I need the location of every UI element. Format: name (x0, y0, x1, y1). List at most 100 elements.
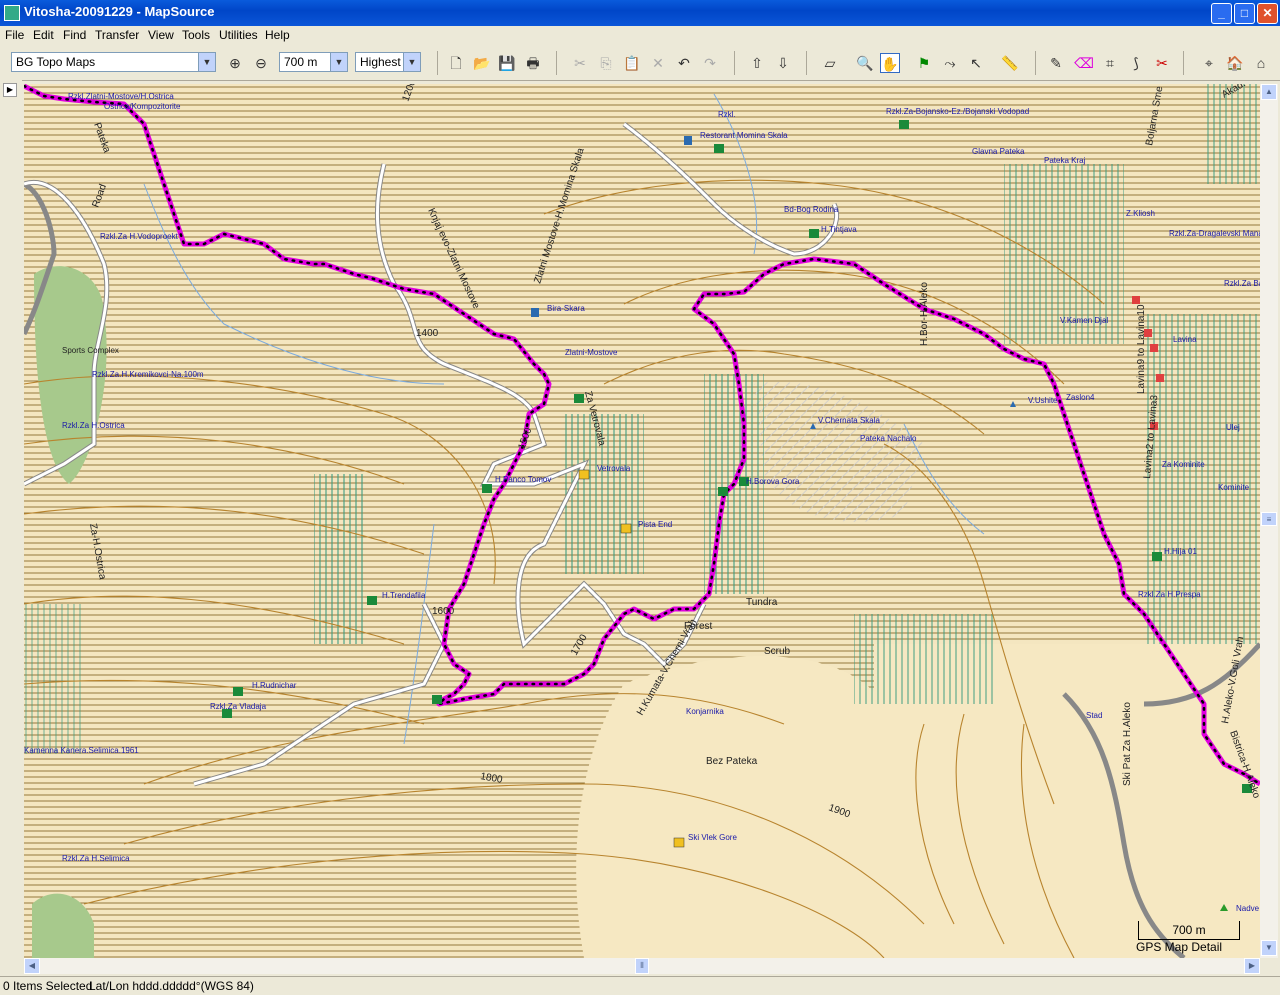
map-label[interactable]: Rzkl.Za Vladaja (210, 702, 267, 711)
map-label[interactable]: Ski Vlek Gore (688, 833, 737, 842)
map-product-select[interactable]: BG Topo Maps ▼ (11, 52, 216, 72)
distance-tool-icon[interactable]: 📏 (1000, 53, 1020, 73)
map-label[interactable]: V.Kamen Djal (1060, 316, 1108, 325)
map-tool-icon[interactable]: ▱ (820, 53, 840, 73)
map-label[interactable]: Rzkl.Za H.Vodoproekt (100, 232, 179, 241)
eraser-tool-icon[interactable]: ⌫ (1074, 53, 1094, 73)
track-draw-tool-icon[interactable]: ✎ (1046, 53, 1066, 73)
redo-icon[interactable]: ↷ (700, 53, 720, 73)
scroll-down-icon[interactable]: ▼ (1261, 940, 1277, 956)
route-tool-icon[interactable]: ⤳ (940, 53, 960, 73)
menu-view[interactable]: View (148, 28, 174, 42)
map-label[interactable]: Z.Kliosh (1126, 209, 1155, 218)
close-button[interactable]: ✕ (1257, 3, 1278, 24)
map-label[interactable]: Kamenna Kanera.Selimica.1961 (24, 746, 139, 755)
join-track-icon[interactable]: ⟆ (1126, 53, 1146, 73)
send-to-device-icon[interactable]: ⇩ (773, 53, 793, 73)
menu-tools[interactable]: Tools (182, 28, 210, 42)
hut-icon[interactable] (574, 394, 584, 403)
save-icon[interactable]: 💾 (497, 53, 517, 73)
waypoint-tool-icon[interactable]: ⚑ (914, 53, 934, 73)
scroll-left-icon[interactable]: ◀ (24, 958, 40, 974)
menu-find[interactable]: Find (63, 28, 86, 42)
menu-file[interactable]: File (5, 28, 24, 42)
map-label[interactable]: Vetrovala (597, 464, 631, 473)
hut-icon[interactable] (432, 695, 442, 704)
map-label[interactable]: Stad (1086, 711, 1102, 720)
map-label[interactable]: Rzkl. (718, 110, 736, 119)
map-label[interactable]: Rzkl.Za H.Ostrica (62, 421, 125, 430)
flag-icon[interactable] (1150, 344, 1158, 352)
restaurant-icon[interactable] (684, 136, 692, 145)
hand-tool-icon[interactable]: ✋ (880, 53, 900, 73)
app-icon[interactable] (4, 5, 20, 21)
ski-lift-icon[interactable] (578, 469, 590, 480)
map-label[interactable]: H.Tintjava (821, 225, 857, 234)
hut-icon[interactable] (809, 229, 819, 238)
restaurant-icon[interactable] (531, 308, 539, 317)
map-label[interactable]: Konjarnika (686, 707, 724, 716)
flag-icon[interactable] (1156, 374, 1164, 382)
vertical-scrollbar[interactable]: ▲ ≡ ▼ (1260, 84, 1278, 958)
new-icon[interactable]: 🗋 (446, 53, 466, 73)
menu-utilities[interactable]: Utilities (219, 28, 258, 42)
hut-icon[interactable] (1152, 552, 1162, 561)
map-view[interactable]: Rzkl.Zlatni-Mostove/H.Ostrica Ostrica/Ko… (24, 84, 1260, 958)
paste-icon[interactable]: 📋 (622, 53, 642, 73)
map-label[interactable]: Ostrica/Kompozitorite (104, 102, 181, 111)
map-label[interactable]: Pateka Nachalo (860, 434, 917, 443)
flag-icon[interactable] (1132, 296, 1140, 304)
map-label[interactable]: H.Rudnichar (252, 681, 297, 690)
hut-icon[interactable] (718, 487, 728, 496)
copy-icon[interactable]: ⎘ (596, 53, 616, 73)
menu-transfer[interactable]: Transfer (95, 28, 139, 42)
selection-tool-icon[interactable]: ↖ (966, 53, 986, 73)
map-label[interactable]: Glavna Pateka (972, 147, 1025, 156)
map-label[interactable]: Rzkl.Za H.Selimica (62, 854, 130, 863)
map-label[interactable]: Restorant Momina Skala (700, 131, 788, 140)
map-label[interactable]: Rzkl.Za-Bojansko-Ez./Bojanski Vodopad (886, 107, 1029, 116)
map-label[interactable]: Rzkl.Za Ba (1224, 279, 1260, 288)
map-label[interactable]: V.Chernata Skala (818, 416, 881, 425)
map-label[interactable]: Bd-Bog Rodina (784, 205, 839, 214)
hut-icon[interactable] (899, 120, 909, 129)
undo-icon[interactable]: ↶ (674, 53, 694, 73)
find-poi-icon[interactable]: ⌂ (1251, 53, 1271, 73)
map-label[interactable]: Pista End (638, 520, 672, 529)
map-label[interactable]: Rzkl.Za H.Prespa (1138, 590, 1201, 599)
map-label[interactable]: Nadve (1236, 904, 1260, 913)
map-label[interactable]: Bira-Skara (547, 304, 585, 313)
map-label[interactable]: H.Trendafila (382, 591, 426, 600)
map-label[interactable]: H.Panco Tomov (495, 475, 551, 484)
scroll-thumb[interactable]: ⦀ (635, 958, 649, 974)
zoom-tool-icon[interactable]: 🔍 (855, 53, 875, 73)
menu-edit[interactable]: Edit (33, 28, 54, 42)
map-label[interactable]: Kominite (1218, 483, 1250, 492)
open-icon[interactable]: 📂 (472, 53, 492, 73)
hut-icon[interactable] (482, 484, 492, 493)
map-label[interactable]: H.Hija 01 (1164, 547, 1197, 556)
zoom-out-icon[interactable]: ⊖ (251, 53, 271, 73)
delete-icon[interactable]: ✕ (648, 53, 668, 73)
track-select-tool-icon[interactable]: ⌗ (1100, 53, 1120, 73)
horizontal-scrollbar[interactable]: ◀ ⦀ ▶ (24, 958, 1260, 974)
map-label[interactable]: Za Kominite (1162, 460, 1205, 469)
receive-from-device-icon[interactable]: ⇧ (747, 53, 767, 73)
ski-lift-icon[interactable] (620, 523, 632, 534)
find-places-icon[interactable]: ⌖ (1199, 53, 1219, 73)
zoom-in-icon[interactable]: ⊕ (225, 53, 245, 73)
map-label[interactable]: Zlatni-Mostove (565, 348, 618, 357)
cut-icon[interactable]: ✂ (570, 53, 590, 73)
scroll-right-icon[interactable]: ▶ (1244, 958, 1260, 974)
print-icon[interactable]: 🖶 (523, 53, 543, 73)
map-label[interactable]: Rzkl.Za-Dragalevski Mana (1169, 229, 1260, 238)
divide-track-icon[interactable]: ✂ (1152, 53, 1172, 73)
map-label[interactable]: Lavina (1173, 335, 1197, 344)
map-label[interactable]: V.Ushite (1028, 396, 1058, 405)
scroll-thumb[interactable]: ≡ (1261, 512, 1277, 526)
map-label[interactable]: Sports Complex (62, 346, 119, 355)
map-label[interactable]: H.Borova Gora (746, 477, 800, 486)
map-canvas[interactable]: Rzkl.Zlatni-Mostove/H.Ostrica Ostrica/Ko… (24, 84, 1260, 958)
expand-panel-icon[interactable]: ▶ (3, 83, 17, 97)
zoom-level-select[interactable]: 700 m ▼ (279, 52, 348, 72)
